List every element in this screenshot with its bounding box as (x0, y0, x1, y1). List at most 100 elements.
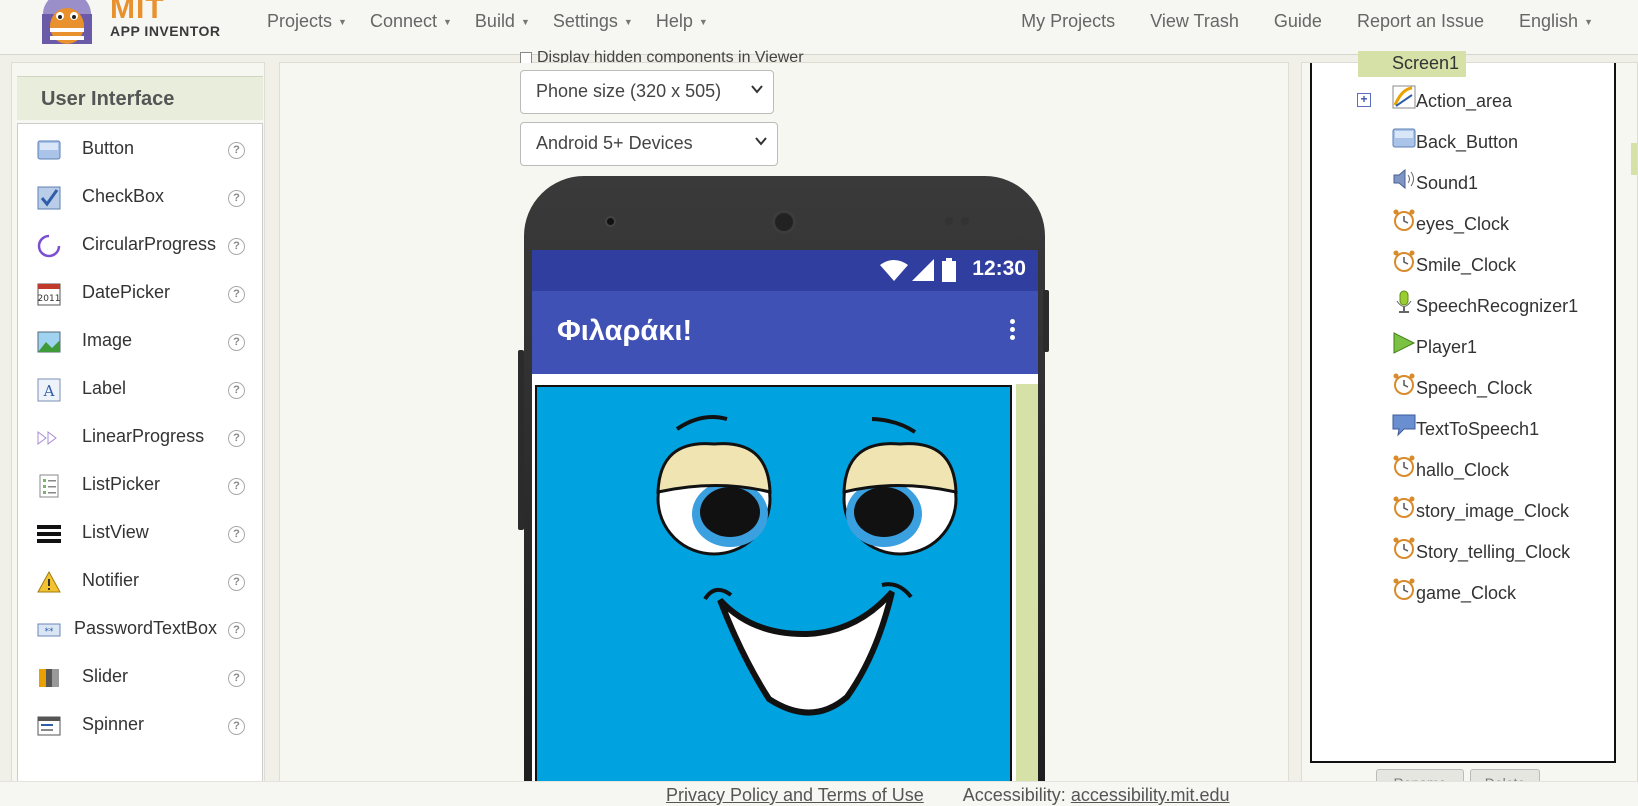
help-icon[interactable]: ? (228, 526, 245, 543)
clock-icon (1393, 209, 1415, 231)
palette-item-circularprogress[interactable]: CircularProgress ? (18, 220, 262, 270)
help-icon[interactable]: ? (228, 622, 245, 639)
device-theme-value: Android 5+ Devices (536, 133, 693, 153)
tree-node-speech-clock[interactable]: Speech_Clock (1312, 372, 1612, 406)
caret-down-icon: ▼ (698, 17, 708, 28)
palette-item-passwordtextbox[interactable]: ** PasswordTextBox ? (18, 604, 262, 654)
palette-item-linearprogress[interactable]: LinearProgress ? (18, 412, 262, 462)
screen-content (532, 374, 1038, 806)
display-hidden-label: Display hidden components in Viewer (537, 49, 804, 63)
help-icon[interactable]: ? (228, 670, 245, 687)
phone-screen: 12:30 Φιλαράκι! (532, 250, 1038, 806)
help-icon[interactable]: ? (228, 190, 245, 207)
slider-icon (39, 669, 59, 687)
palette-item-image[interactable]: Image ? (18, 316, 262, 366)
display-hidden-checkbox[interactable]: Display hidden components in Viewer (520, 49, 804, 63)
label-icon: A (37, 378, 61, 402)
menu-build[interactable]: Build ▼ (470, 9, 548, 33)
language-selector[interactable]: English ▼ (1495, 9, 1604, 33)
palette-item-slider[interactable]: Slider ? (18, 652, 262, 702)
tree-node-back-button[interactable]: Back_Button (1312, 126, 1612, 160)
device-theme-select[interactable]: Android 5+ Devices (520, 122, 778, 166)
tree-node-label: eyes_Clock (1416, 214, 1510, 234)
tree-node-eyes-clock[interactable]: eyes_Clock (1312, 208, 1612, 242)
main-menu: Projects ▼ Connect ▼ Build ▼ Settings ▼ Help… (262, 9, 726, 33)
palette-item-notifier[interactable]: Notifier ? (18, 556, 262, 606)
link-guide[interactable]: Guide (1250, 9, 1333, 33)
expand-plus-icon[interactable]: + (1357, 93, 1371, 107)
tree-node-story-image-clock[interactable]: story_image_Clock (1312, 495, 1612, 529)
palette-item-listview[interactable]: ListView ? (18, 508, 262, 558)
phone-speaker-icon (772, 210, 796, 234)
phone-sensor-icon (961, 217, 969, 225)
tree-node-action-area[interactable]: + Action_area (1312, 85, 1612, 119)
menu-projects[interactable]: Projects ▼ (262, 9, 365, 33)
phone-size-value: Phone size (320 x 505) (536, 81, 722, 101)
help-icon[interactable]: ? (228, 574, 245, 591)
palette-item-listpicker[interactable]: ListPicker ? (18, 460, 262, 510)
canvas-icon (1392, 85, 1416, 109)
palette-item-checkbox[interactable]: CheckBox ? (18, 172, 262, 222)
menu-connect[interactable]: Connect ▼ (365, 9, 470, 33)
accessibility-link[interactable]: accessibility.mit.edu (1071, 785, 1230, 805)
top-bar: MIT APP INVENTOR Projects ▼ Connect ▼ Buil… (0, 0, 1638, 55)
palette-list[interactable]: Button ? CheckBox ? CircularProgress ? 2… (17, 123, 263, 783)
tree-node-label: Action_area (1416, 91, 1513, 111)
caret-down-icon: ▼ (623, 17, 633, 28)
palette-category-header[interactable]: User Interface (17, 76, 263, 120)
palette-item-label[interactable]: A Label ? (18, 364, 262, 414)
privacy-policy-link[interactable]: Privacy Policy and Terms of Use (666, 785, 924, 805)
wifi-icon (880, 260, 908, 281)
help-icon[interactable]: ? (228, 718, 245, 735)
link-view-trash[interactable]: View Trash (1126, 9, 1250, 33)
menu-settings[interactable]: Settings ▼ (548, 9, 651, 33)
overflow-menu-icon[interactable] (1010, 319, 1016, 343)
tree-node-screen1[interactable]: Screen1 (1358, 51, 1466, 77)
tree-node-story-telling-clock[interactable]: Story_telling_Clock (1312, 536, 1612, 570)
bee-logo-icon (42, 0, 92, 44)
help-icon[interactable]: ? (228, 286, 245, 303)
tree-node-speechrecognizer1[interactable]: SpeechRecognizer1 (1312, 290, 1612, 324)
action-area-canvas[interactable] (535, 385, 1012, 806)
palette-item-button[interactable]: Button ? (18, 124, 262, 174)
clock-icon (1393, 250, 1415, 272)
tree-node-smile-clock[interactable]: Smile_Clock (1312, 249, 1612, 283)
menu-projects-label: Projects (267, 11, 333, 31)
tree-node-label: hallo_Clock (1416, 460, 1510, 480)
phone-size-select[interactable]: Phone size (320 x 505) (520, 70, 774, 114)
help-icon[interactable]: ? (228, 334, 245, 351)
help-icon[interactable]: ? (228, 142, 245, 159)
help-icon[interactable]: ? (228, 238, 245, 255)
palette-item-datepicker[interactable]: 2011 DatePicker ? (18, 268, 262, 318)
tree-node-texttospeech1[interactable]: TextToSpeech1 (1312, 413, 1612, 447)
menu-help[interactable]: Help ▼ (651, 9, 726, 33)
clock-icon (1393, 373, 1415, 395)
component-tree[interactable]: Screen1 + Action_area Back_Button Sound1… (1310, 51, 1616, 763)
help-icon[interactable]: ? (228, 478, 245, 495)
tree-node-game-clock[interactable]: game_Clock (1312, 577, 1612, 611)
palette-item-label: LinearProgress (82, 426, 205, 446)
app-inventor-logo[interactable]: MIT APP INVENTOR (32, 0, 222, 45)
password-icon: ** (37, 623, 61, 637)
palette-item-label: Image (82, 330, 133, 350)
help-icon[interactable]: ? (228, 382, 245, 399)
tree-node-sound1[interactable]: Sound1 (1312, 167, 1612, 201)
link-my-projects[interactable]: My Projects (997, 9, 1126, 33)
tree-node-hallo-clock[interactable]: hallo_Clock (1312, 454, 1612, 488)
clock-icon (1393, 455, 1415, 477)
palette-item-spinner[interactable]: Spinner ? (18, 700, 262, 750)
tree-node-label: Smile_Clock (1416, 255, 1517, 275)
circular-progress-icon (37, 234, 61, 258)
checkbox-box[interactable] (520, 52, 532, 63)
tree-node-player1[interactable]: Player1 (1312, 331, 1612, 365)
clock-icon (1393, 496, 1415, 518)
accessibility-label: Accessibility: (962, 785, 1066, 805)
text-to-speech-icon (1392, 414, 1416, 437)
tree-node-label: Player1 (1416, 337, 1478, 357)
link-report-issue[interactable]: Report an Issue (1333, 9, 1495, 33)
tree-node-label: SpeechRecognizer1 (1416, 296, 1579, 316)
scroll-strip (1016, 384, 1038, 806)
clock-icon (1393, 537, 1415, 559)
signal-icon (912, 259, 934, 281)
help-icon[interactable]: ? (228, 430, 245, 447)
